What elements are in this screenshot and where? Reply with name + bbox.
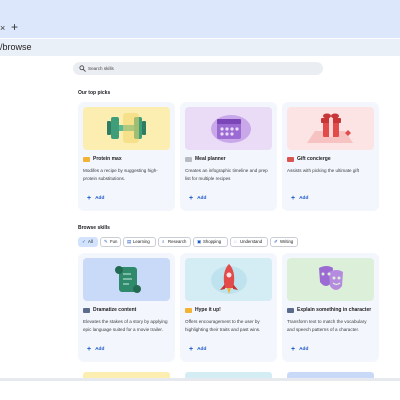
plus-icon: +	[87, 195, 92, 202]
address-bar-url: /browse	[0, 42, 32, 52]
add-label: Add	[299, 196, 309, 201]
party-icon	[185, 308, 192, 313]
close-tab-icon[interactable]: ×	[0, 21, 7, 35]
card-illustration	[287, 258, 374, 301]
calendar-small-icon	[185, 157, 192, 162]
clapperboard-icon	[83, 308, 90, 313]
add-label: Add	[95, 196, 105, 201]
tab-strip	[0, 0, 400, 38]
card-description: Assists with picking the ultimate gift	[287, 168, 359, 173]
search-icon	[79, 65, 86, 72]
calendar-icon	[185, 107, 272, 150]
plus-icon: +	[189, 346, 194, 353]
add-button[interactable]: + Add	[87, 346, 104, 354]
add-label: Add	[95, 347, 105, 352]
theater-masks-icon	[287, 258, 374, 301]
scroll-icon	[83, 258, 170, 301]
skill-card-explain-in-character[interactable]: Explain something in character Transform…	[282, 253, 379, 362]
card-illustration	[287, 107, 374, 150]
card-title: Protein max	[93, 156, 122, 162]
plus-icon: +	[189, 195, 194, 202]
plus-icon: +	[87, 346, 92, 353]
card-illustration	[185, 258, 272, 301]
chip-learning[interactable]: ▤ Learning	[123, 237, 156, 247]
plus-icon: +	[291, 195, 296, 202]
add-button[interactable]: + Add	[87, 195, 104, 203]
section-title-browse-skills: Browse skills	[78, 225, 110, 231]
card-title: Gift concierge	[297, 156, 331, 162]
card-title: Dramatize content	[93, 307, 137, 313]
new-tab-button[interactable]: +	[11, 20, 23, 34]
chef-icon	[83, 157, 90, 162]
card-illustration	[83, 107, 170, 150]
rocket-icon	[185, 258, 272, 301]
card-description: Elevates the stakes of a story by applyi…	[83, 319, 168, 332]
page-bottom-divider	[0, 378, 400, 381]
card-illustration	[83, 258, 170, 301]
add-button[interactable]: + Add	[189, 346, 206, 354]
chip-shopping[interactable]: ▣ Shopping	[193, 237, 228, 247]
skill-card-hype-it-up[interactable]: Hype it up! Offers encouragement to the …	[180, 253, 277, 362]
card-description: Offers encouragement to the user by high…	[185, 319, 261, 332]
card-illustration	[185, 107, 272, 150]
search-placeholder: Search skills	[88, 66, 114, 71]
add-button[interactable]: + Add	[189, 195, 206, 203]
add-label: Add	[197, 196, 207, 201]
chip-research[interactable]: ⌕ Research	[158, 237, 191, 247]
plus-icon: +	[291, 346, 296, 353]
chip-fun[interactable]: ✎ Fun	[100, 237, 121, 247]
card-title: Explain something in character	[297, 307, 372, 313]
chip-writing[interactable]: ✐ Writing	[270, 237, 298, 247]
chip-all[interactable]: ✓ All	[78, 237, 98, 247]
address-bar[interactable]	[0, 39, 400, 56]
section-title-top-picks: Our top picks	[78, 90, 111, 96]
add-button[interactable]: + Add	[291, 195, 308, 203]
skill-card-meal-planner[interactable]: Meal planner Creates an infographic time…	[180, 102, 277, 211]
chip-understand[interactable]: ◌ Understand	[230, 237, 268, 247]
add-button[interactable]: + Add	[291, 346, 308, 354]
dumbbell-icon	[83, 107, 170, 150]
card-title: Hype it up!	[195, 307, 221, 313]
add-label: Add	[197, 347, 207, 352]
card-description: Modifes a recipe by suggesting high-prot…	[83, 168, 158, 181]
skill-card-dramatize-content[interactable]: Dramatize content Elevates the stakes of…	[78, 253, 175, 362]
skill-card-gift-concierge[interactable]: Gift concierge Assists with picking the …	[282, 102, 379, 211]
card-description: Creates an infographic timeline and prep…	[185, 168, 268, 181]
skill-card-protein-max[interactable]: Protein max Modifes a recipe by suggesti…	[78, 102, 175, 211]
card-title: Meal planner	[195, 156, 226, 162]
speech-icon	[287, 308, 294, 313]
gift-icon	[287, 107, 374, 150]
card-description: Transform text to match the vocabulary a…	[287, 319, 367, 332]
gift-small-icon	[287, 157, 294, 162]
add-label: Add	[299, 347, 309, 352]
